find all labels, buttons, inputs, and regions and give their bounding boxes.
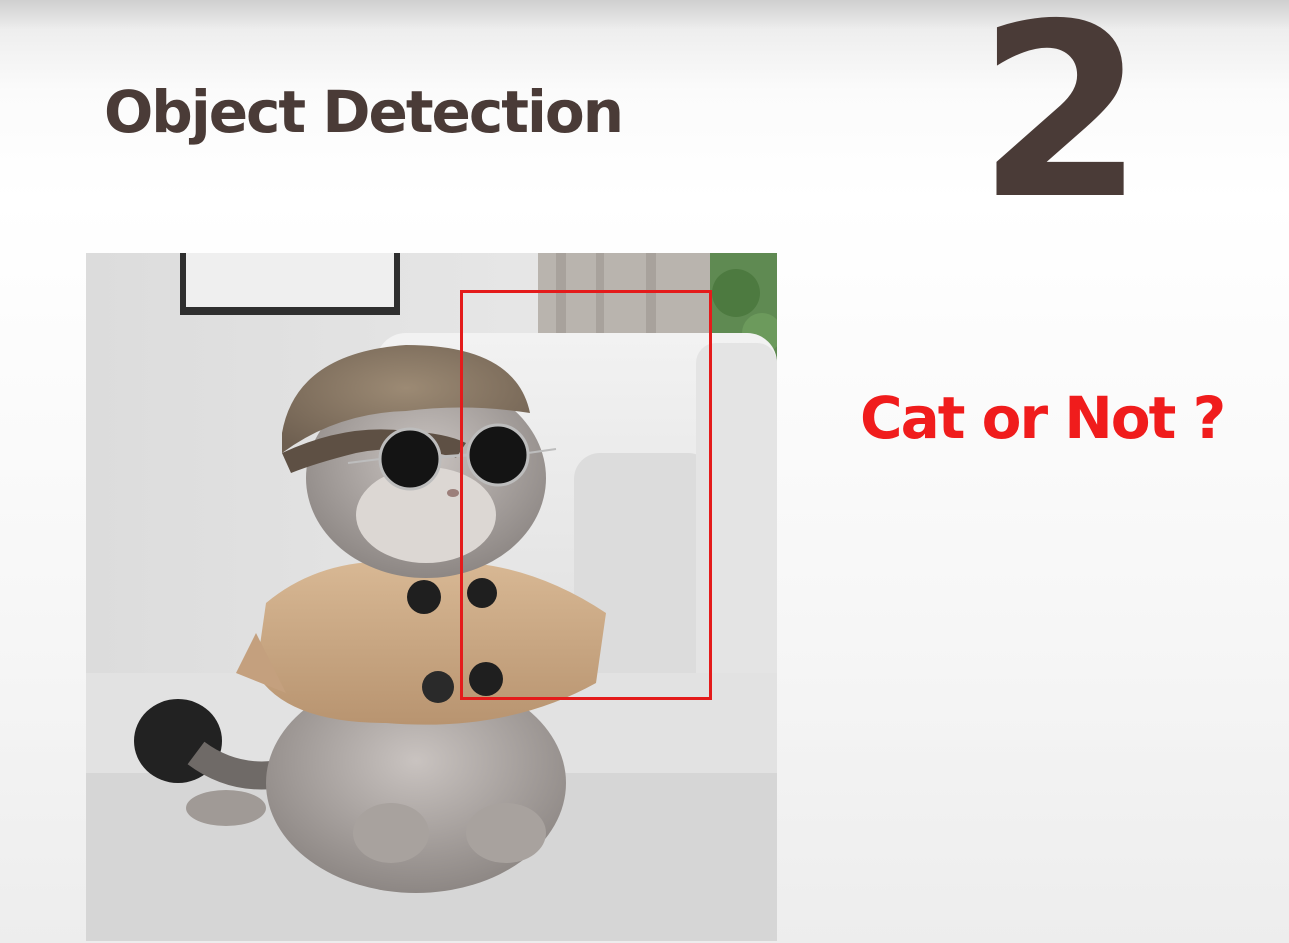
cat-photo [86,253,777,941]
detection-bounding-box [460,290,712,700]
slide-number: 2 [977,0,1145,252]
slide-title: Object Detection [104,78,624,146]
question-text: Cat or Not ? [860,384,1226,452]
